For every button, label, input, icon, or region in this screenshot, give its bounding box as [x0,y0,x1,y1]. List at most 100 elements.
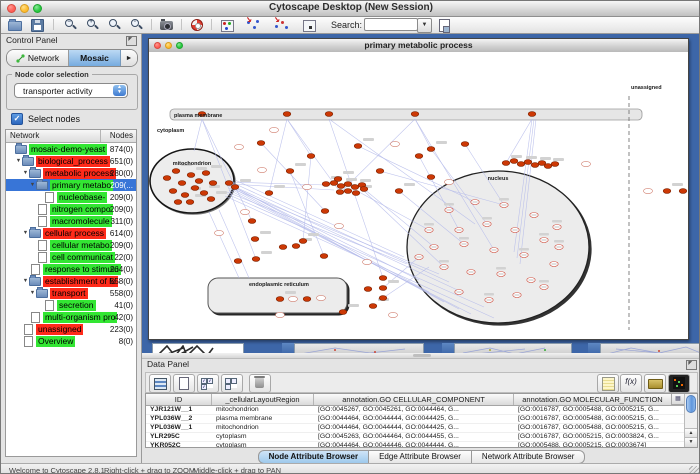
table-row[interactable]: YJR121W__1mitochondrion[GO:0045267, GO:0… [146,406,697,415]
expander-icon[interactable]: ▼ [22,230,29,236]
search-dropdown-icon[interactable]: ▼ [417,18,432,33]
node[interactable] [531,163,539,168]
expander-icon[interactable]: ▼ [29,182,36,188]
node[interactable] [186,200,194,205]
import-attributes-icon[interactable] [644,374,666,393]
node[interactable] [187,173,195,178]
background-window-titlebar[interactable] [442,343,454,353]
tab-edge-attribute-browser[interactable]: Edge Attribute Browser [369,450,472,464]
float-panel-icon[interactable] [126,36,137,46]
node[interactable] [339,310,347,315]
tab-mosaic[interactable]: Mosaic [69,50,121,66]
tree-item-label[interactable]: establishment of lo [43,276,118,287]
attribute-table-header[interactable]: ID_cellularLayoutRegionannotation.GO CEL… [146,394,697,406]
node[interactable] [169,189,177,194]
tree-item-label[interactable]: nucleobase- [57,192,107,203]
node[interactable] [352,191,360,196]
tree-row[interactable]: ▼metabolic process280(0) [6,167,136,179]
first-neighbors-icon[interactable]: ↘ [245,17,261,31]
column-chooser-icon[interactable]: ▦ [671,394,684,405]
node-label-oval[interactable] [303,184,312,189]
tree-row[interactable]: multi-organism pro42(0) [6,311,136,323]
matrix-icon[interactable] [668,374,690,393]
node-label-oval[interactable] [276,312,285,317]
node[interactable] [181,193,189,198]
node[interactable] [517,162,525,167]
table-scrollbar[interactable]: ▲ ▼ [684,394,697,447]
node[interactable] [415,154,423,159]
node[interactable] [544,164,552,169]
delete-attribute-icon[interactable] [249,374,271,393]
open-icon[interactable] [7,18,23,32]
node-label-oval[interactable] [258,167,267,172]
node[interactable] [502,161,510,166]
scrollbar-thumb[interactable] [686,395,696,413]
vizmapper-icon[interactable] [219,18,235,32]
tree-row[interactable]: ▼transport558(0) [6,287,136,299]
zoom-selected-icon[interactable] [107,18,123,32]
node[interactable] [299,239,307,244]
tree-row[interactable]: response to stimulu264(0) [6,263,136,275]
background-window-titlebar[interactable] [282,343,294,353]
node[interactable] [191,186,199,191]
tree-item-label[interactable]: nitrogen compo [50,204,113,215]
tree-row[interactable]: Overview8(0) [6,335,136,347]
expander-icon[interactable]: ▼ [22,278,29,284]
node[interactable] [276,297,284,302]
tree-header[interactable]: Network Nodes [6,130,136,143]
node[interactable] [265,191,273,196]
tab-overflow-arrow-icon[interactable]: ► [121,50,137,66]
network-view-window[interactable]: primary metabolic process plasma m [148,38,689,340]
tree-row[interactable]: cellular metabo209(0) [6,239,136,251]
node[interactable] [551,162,559,167]
tree-item-label[interactable]: metabolic process [43,168,116,179]
node-label-oval[interactable] [445,179,454,184]
column-header[interactable]: annotation.GO MOLECULAR_FUNCTION [514,394,672,405]
tree-item-label[interactable]: multi-organism pro [43,312,117,323]
network-canvas[interactable]: plasma membrane cytoplasm mitochondrion … [149,52,688,339]
table-row[interactable]: YKR052Ccytoplasm[GO:0044464, GO:0044446,… [146,442,697,448]
node[interactable] [663,189,671,194]
node-label-oval[interactable] [235,144,244,149]
node[interactable] [303,297,311,302]
node[interactable] [427,147,435,152]
node-label-oval[interactable] [391,141,400,146]
tree-row[interactable]: unassigned223(0) [6,323,136,335]
search-input[interactable] [364,18,418,31]
tree-row[interactable]: secretion41(0) [6,299,136,311]
column-header[interactable]: _cellularLayoutRegion [212,394,314,405]
tree-row[interactable]: ▼cellular process614(0) [6,227,136,239]
node[interactable] [325,112,333,117]
node[interactable] [283,112,291,117]
node[interactable] [336,190,344,195]
node[interactable] [427,175,435,180]
network-link-icon[interactable]: ↘ [273,17,289,31]
tab-network-attribute-browser[interactable]: Network Attribute Browser [472,450,585,464]
node[interactable] [321,209,329,214]
tree-row[interactable]: nucleobase-209(0) [6,191,136,203]
overview-window-fragment[interactable] [152,343,244,353]
node[interactable] [528,112,536,117]
node[interactable] [379,276,387,281]
tree-row[interactable]: mosaic-demo-yeast874(0) [6,143,136,155]
tree-item-label[interactable]: cellular metabo [50,240,112,251]
background-window-fragment[interactable] [454,343,572,353]
node[interactable] [207,197,215,202]
column-header[interactable]: ID [146,394,212,405]
zoom-out-icon[interactable]: − [63,18,79,32]
node[interactable] [195,179,203,184]
node[interactable] [292,244,300,249]
tree-row[interactable]: ▼establishment of lo558(0) [6,275,136,287]
node[interactable] [379,286,387,291]
node[interactable] [395,189,403,194]
node[interactable] [320,254,328,259]
app-titlebar[interactable]: Cytoscape Desktop (New Session) [1,1,700,17]
attribute-table-icon[interactable] [149,374,171,393]
node[interactable] [379,296,387,301]
node[interactable] [461,142,469,147]
dropdown-stepper-icon[interactable]: ▲▼ [113,85,126,96]
node-label-oval[interactable] [215,230,224,235]
node[interactable] [307,154,315,159]
tab-node-attribute-browser[interactable]: Node Attribute Browser [258,450,370,464]
node[interactable] [252,257,260,262]
